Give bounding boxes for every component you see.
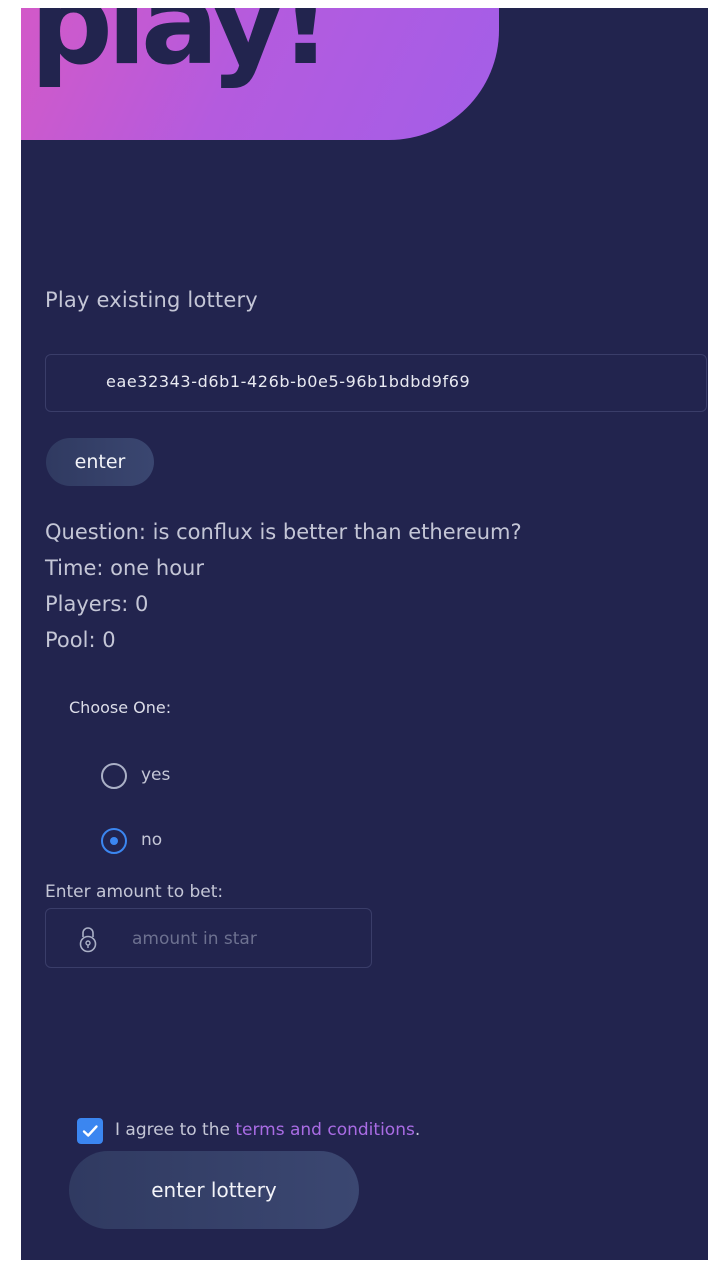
bet-amount-field[interactable] [45,908,372,968]
checkmark-icon [82,1125,98,1137]
enter-button[interactable]: enter [46,438,154,486]
radio-label-no: no [141,830,163,850]
radio-dot-icon [110,837,118,845]
hero-banner: play! [21,8,499,140]
lock-icon [79,927,97,953]
radio-label-yes: yes [141,765,171,785]
lottery-id-value[interactable]: eae32343-d6b1-426b-b0e5-96b1bdbd9f69 [106,372,470,391]
players-text: Players: 0 [45,592,149,616]
question-text: Question: is conflux is better than ethe… [45,520,522,544]
section-title: Play existing lottery [45,288,258,312]
enter-lottery-button[interactable]: enter lottery [69,1151,359,1229]
agreement-text-after: . [414,1120,421,1140]
radio-unchecked-icon[interactable] [101,763,127,789]
agreement-text-before: I agree to the [115,1120,236,1140]
bet-amount-input[interactable] [130,923,354,955]
app-screen: play! Play existing lottery eae32343-d6b… [21,8,708,1260]
pool-text: Pool: 0 [45,628,116,652]
agreement-text: I agree to the terms and conditions. [115,1120,420,1140]
page-title: play! [30,8,332,91]
lottery-id-field[interactable]: eae32343-d6b1-426b-b0e5-96b1bdbd9f69 [45,354,707,412]
terms-link[interactable]: terms and conditions [235,1120,414,1140]
time-text: Time: one hour [45,556,204,580]
terms-checkbox[interactable] [77,1118,103,1144]
radio-checked-icon[interactable] [101,828,127,854]
bet-amount-label: Enter amount to bet: [45,882,224,902]
choose-one-label: Choose One: [69,698,172,717]
